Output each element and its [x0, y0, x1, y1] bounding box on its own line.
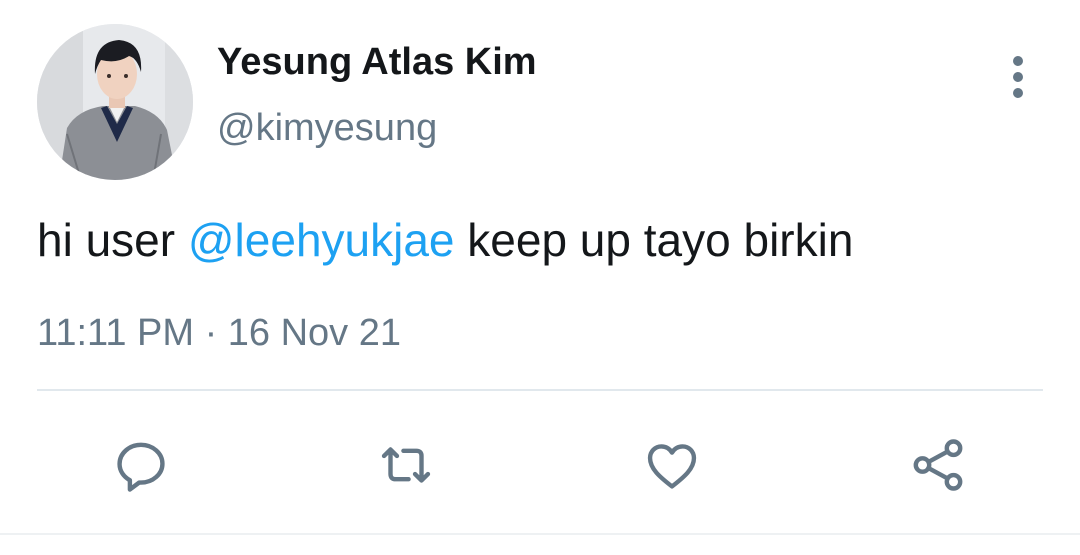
- more-vertical-icon-dot: [1013, 72, 1023, 82]
- tweet-text-after: keep up tayo birkin: [454, 214, 854, 266]
- mention-link[interactable]: @leehyukjae: [188, 214, 455, 266]
- bottom-separator: [0, 533, 1080, 535]
- tweet-timestamp[interactable]: 11:11 PM · 16 Nov 21: [37, 309, 401, 357]
- display-name[interactable]: Yesung Atlas Kim: [217, 38, 537, 86]
- divider: [37, 389, 1043, 391]
- more-vertical-icon: [1013, 56, 1023, 66]
- more-options-button[interactable]: [998, 54, 1038, 100]
- reply-icon: [117, 442, 165, 492]
- reply-button[interactable]: [101, 425, 181, 505]
- avatar[interactable]: [37, 24, 193, 180]
- share-button[interactable]: [898, 425, 978, 505]
- more-vertical-icon-dot: [1013, 88, 1023, 98]
- heart-icon: [647, 444, 697, 489]
- tweet-text-before: hi user: [37, 214, 188, 266]
- share-icon: [913, 439, 963, 491]
- retweet-button[interactable]: [366, 425, 446, 505]
- profile-photo: [37, 24, 193, 180]
- username-handle[interactable]: @kimyesung: [217, 104, 437, 152]
- like-button[interactable]: [632, 425, 712, 505]
- action-bar: [0, 425, 1080, 505]
- tweet-text: hi user @leehyukjae keep up tayo birkin: [37, 211, 853, 269]
- retweet-icon: [381, 447, 431, 483]
